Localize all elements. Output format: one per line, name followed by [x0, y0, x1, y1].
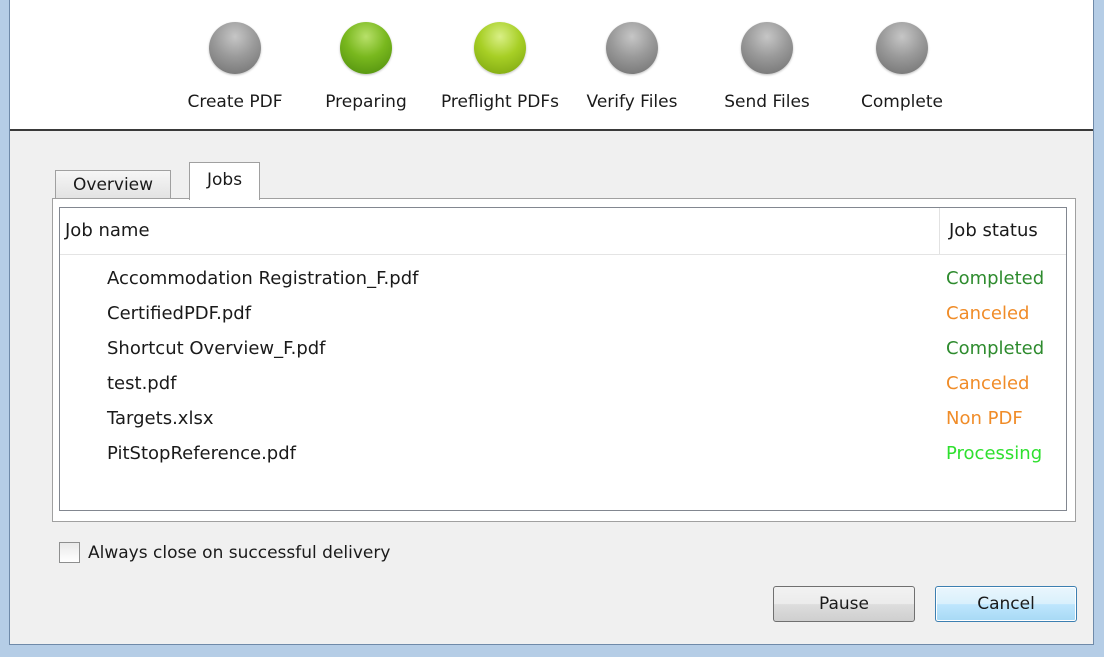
table-row[interactable]: Accommodation Registration_F.pdf Complet… — [60, 261, 1066, 296]
pause-button[interactable]: Pause — [773, 586, 915, 622]
always-close-checkbox[interactable] — [59, 542, 80, 563]
step-label: Complete — [861, 92, 943, 112]
window-frame-bottom — [0, 645, 1104, 657]
step-create-pdf: Create PDF — [170, 22, 300, 112]
tab-jobs[interactable]: Jobs — [189, 162, 261, 200]
job-name: CertifiedPDF.pdf — [107, 303, 252, 324]
status-light-icon — [606, 22, 658, 74]
step-verify-files: Verify Files — [567, 22, 697, 112]
jobs-list-header: Job name Job status — [60, 208, 1066, 255]
table-row[interactable]: Shortcut Overview_F.pdf Completed — [60, 331, 1066, 366]
status-light-icon — [209, 22, 261, 74]
table-row[interactable]: test.pdf Canceled — [60, 366, 1066, 401]
status-light-icon — [876, 22, 928, 74]
job-status: Canceled — [946, 303, 1030, 324]
job-status: Completed — [946, 338, 1045, 359]
job-name: Shortcut Overview_F.pdf — [107, 338, 326, 359]
column-divider[interactable] — [939, 208, 940, 254]
cancel-button[interactable]: Cancel — [935, 586, 1077, 622]
step-complete: Complete — [837, 22, 967, 112]
delivery-dialog: Create PDF Preparing Preflight PDFs Veri… — [9, 0, 1094, 645]
table-row[interactable]: CertifiedPDF.pdf Canceled — [60, 296, 1066, 331]
jobs-tab-panel: Job name Job status Accommodation Regist… — [52, 198, 1076, 522]
status-light-icon — [474, 22, 526, 74]
job-status: Non PDF — [946, 408, 1023, 429]
table-row[interactable]: PitStopReference.pdf Processing — [60, 436, 1066, 471]
step-label: Preparing — [325, 92, 407, 112]
column-header-job-name[interactable]: Job name — [65, 208, 150, 254]
step-preflight-pdfs: Preflight PDFs — [435, 22, 565, 112]
job-name: test.pdf — [107, 373, 177, 394]
step-label: Create PDF — [187, 92, 283, 112]
step-label: Verify Files — [586, 92, 678, 112]
tab-overview[interactable]: Overview — [55, 170, 172, 199]
window-frame-left — [0, 0, 9, 657]
step-label: Preflight PDFs — [440, 92, 560, 112]
job-name: Targets.xlsx — [107, 408, 214, 429]
step-label: Send Files — [724, 92, 810, 112]
table-row[interactable]: Targets.xlsx Non PDF — [60, 401, 1066, 436]
status-light-icon — [340, 22, 392, 74]
job-status: Canceled — [946, 373, 1030, 394]
always-close-label[interactable]: Always close on successful delivery — [88, 541, 390, 565]
step-send-files: Send Files — [702, 22, 832, 112]
column-header-job-status[interactable]: Job status — [949, 208, 1038, 254]
window-frame-right — [1094, 0, 1104, 657]
job-name: PitStopReference.pdf — [107, 443, 296, 464]
job-status: Processing — [946, 443, 1043, 464]
jobs-list[interactable]: Job name Job status Accommodation Regist… — [59, 207, 1067, 511]
status-light-icon — [741, 22, 793, 74]
job-status: Completed — [946, 268, 1045, 289]
progress-steps: Create PDF Preparing Preflight PDFs Veri… — [10, 0, 1093, 131]
job-name: Accommodation Registration_F.pdf — [107, 268, 419, 289]
step-preparing: Preparing — [301, 22, 431, 112]
